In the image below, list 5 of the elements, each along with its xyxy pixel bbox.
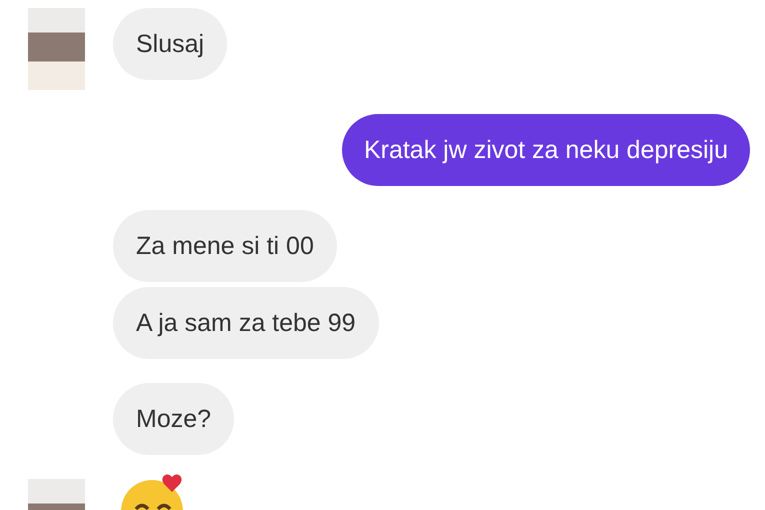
message-bubble: Slusaj [113,8,228,80]
message-bubble: Moze? [113,383,234,455]
message-bubble: Kratak jw zivot za neku depresiju [342,114,750,186]
message-bubble: Za mene si ti 00 [113,210,337,282]
message-bubble: A ja sam za tebe 99 [113,287,379,359]
